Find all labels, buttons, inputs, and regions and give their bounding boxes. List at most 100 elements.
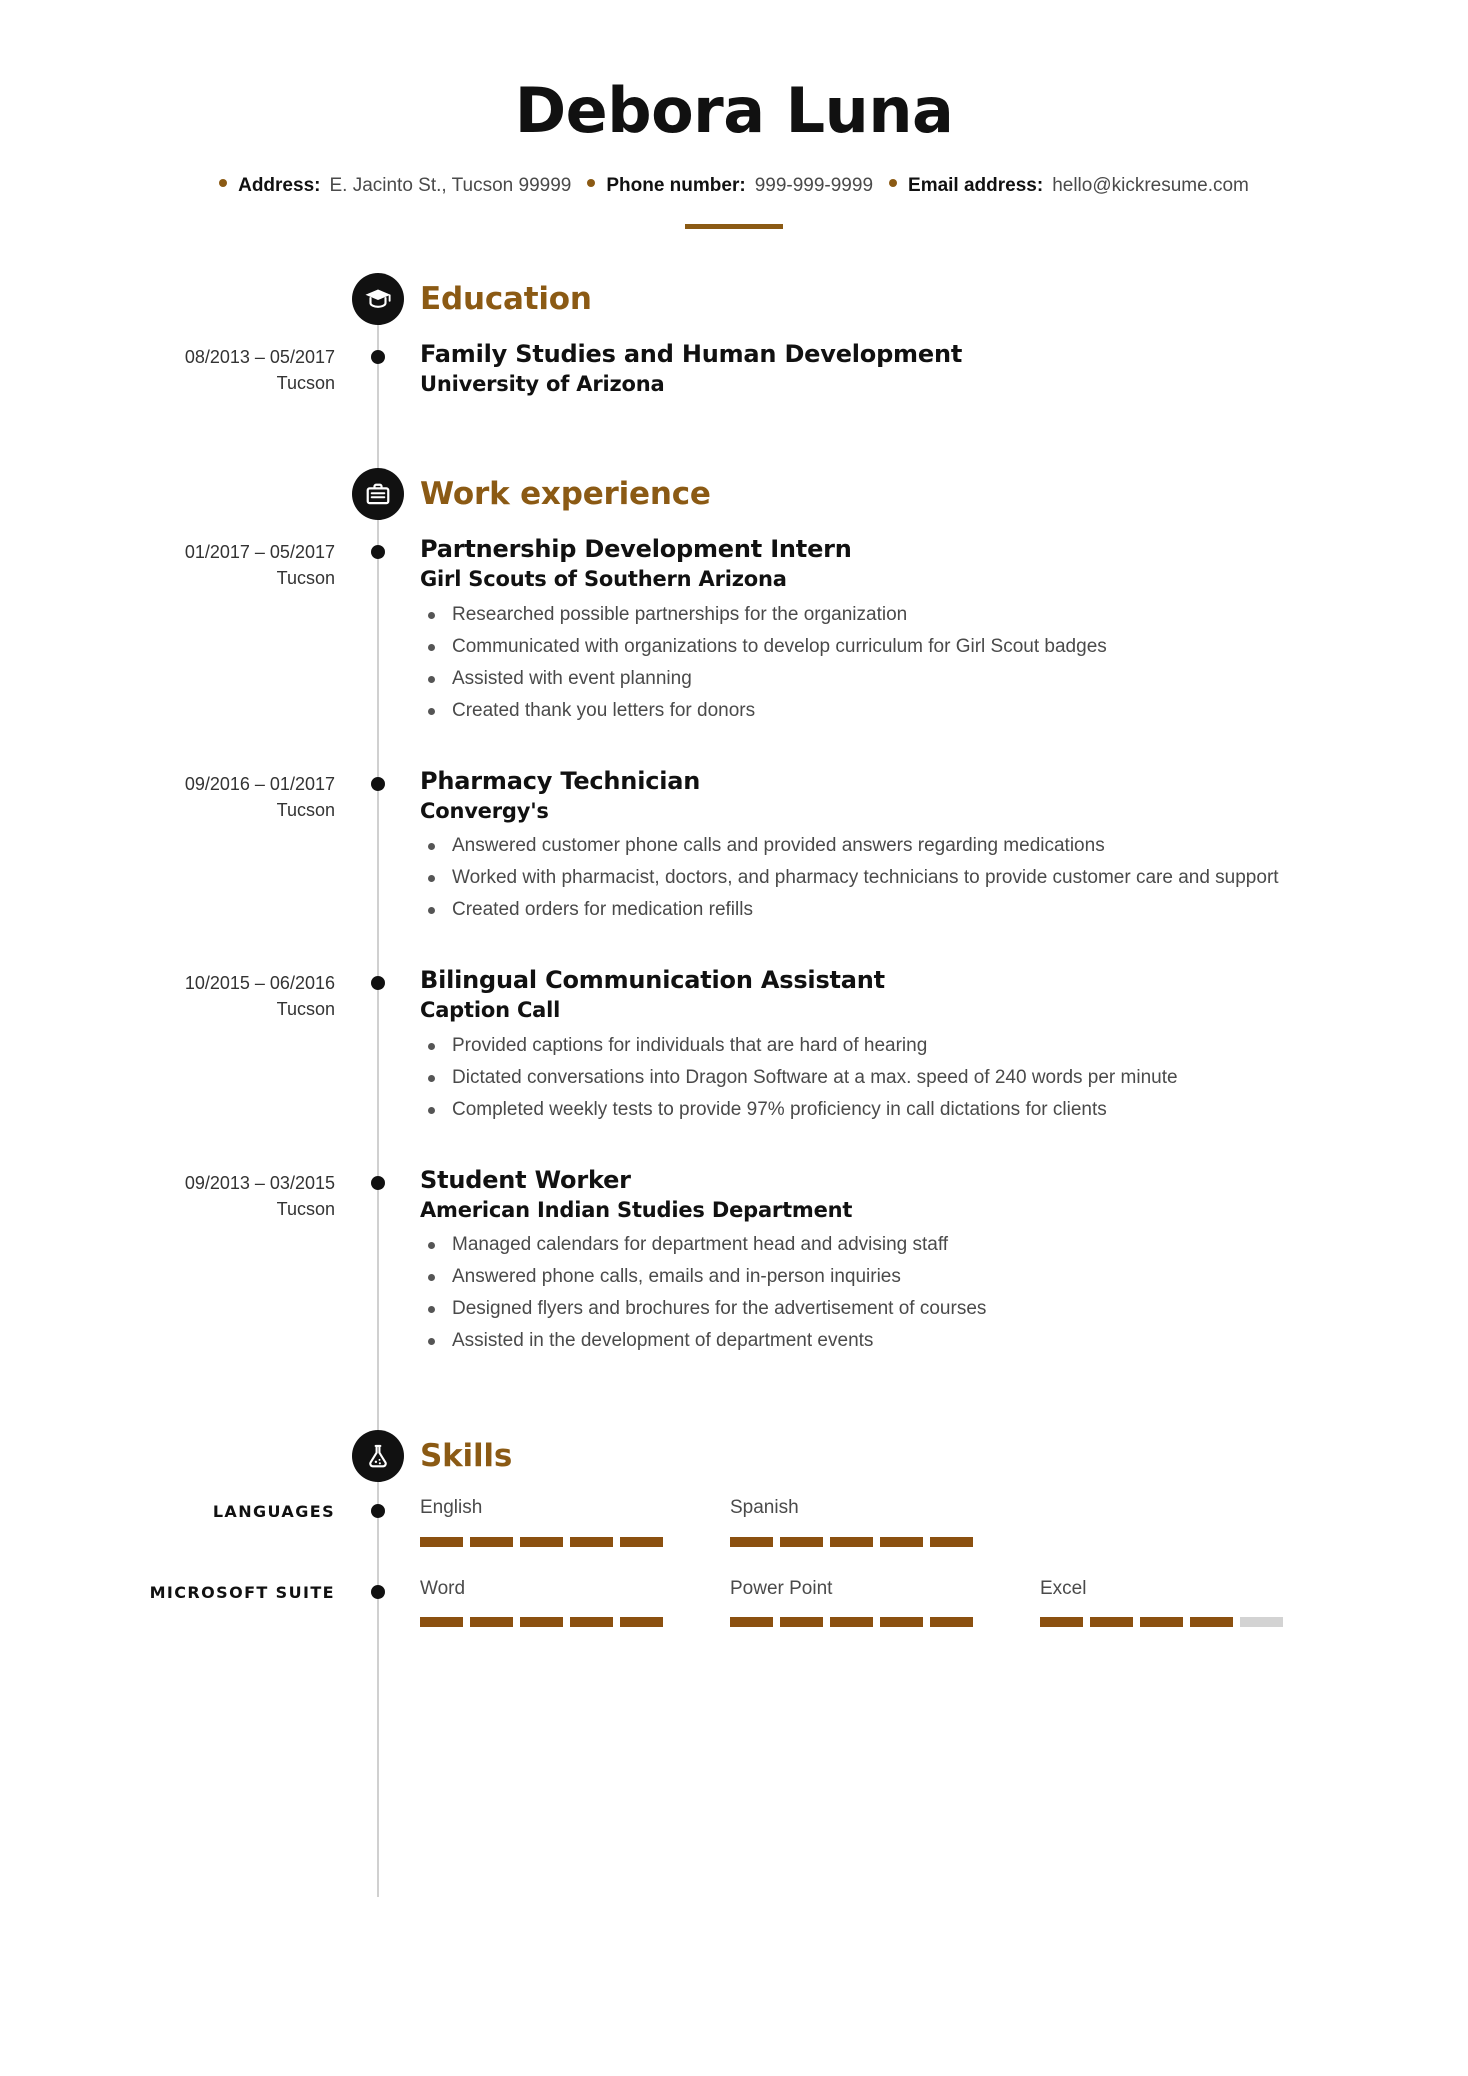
work-entry: 09/2016 – 01/2017 Tucson Pharmacy Techni… [0, 766, 1468, 929]
work-entry-place: Tucson [276, 1198, 335, 1219]
graduation-cap-icon [352, 272, 404, 325]
work-entry-org: Girl Scouts of Southern Arizona [420, 567, 787, 592]
skill-name: Excel [1040, 1577, 1087, 1599]
rating-segment [1240, 1617, 1283, 1628]
education-entry-org: University of Arizona [420, 371, 665, 396]
skill-name: Word [420, 1577, 466, 1599]
briefcase-icon [352, 468, 404, 521]
timeline-dot [371, 1175, 385, 1190]
skill-rating-bar [730, 1617, 1040, 1628]
education-entry-meta: 08/2013 – 05/2017 Tucson [0, 339, 335, 399]
education-entry-place: Tucson [276, 372, 335, 393]
section-work-experience: Work experience [0, 468, 1468, 521]
skill-rating-bar [1040, 1617, 1350, 1628]
bullet-dot-icon [889, 179, 898, 188]
address-label: Address: [238, 175, 321, 197]
rating-segment [1040, 1617, 1083, 1628]
timeline-dot [371, 545, 385, 560]
work-entry-title: Pharmacy Technician [420, 766, 701, 795]
rating-segment [730, 1536, 773, 1547]
list-item: Communicated with organizations to devel… [420, 634, 1320, 661]
skill-name: Spanish [730, 1496, 799, 1518]
work-entry-bullets: Researched possible partnerships for the… [420, 602, 1320, 725]
work-entry-org: Caption Call [420, 998, 561, 1023]
list-item: Assisted in the development of departmen… [420, 1328, 1320, 1355]
skill-group-microsoft-suite: MICROSOFT SUITE Word Power Point Excel [0, 1577, 1468, 1628]
work-entry-date: 09/2013 – 03/2015 [184, 1172, 335, 1193]
rating-segment [520, 1536, 563, 1547]
resume-header: Debora Luna Address: E. Jacinto St., Tuc… [0, 0, 1468, 229]
address-value: E. Jacinto St., Tucson 99999 [329, 175, 572, 197]
rating-segment [520, 1617, 563, 1628]
list-item: Provided captions for individuals that a… [420, 1033, 1320, 1060]
section-education: Education [0, 272, 1468, 325]
education-entry-title: Family Studies and Human Development [420, 339, 963, 368]
rating-segment [1140, 1617, 1183, 1628]
education-entry: 08/2013 – 05/2017 Tucson Family Studies … [0, 339, 1468, 399]
phone-label: Phone number: [606, 175, 746, 197]
skill-name: Power Point [730, 1577, 833, 1599]
work-entry-org: American Indian Studies Department [420, 1197, 853, 1222]
skill-rating-bar [420, 1617, 730, 1628]
skill-item-english: English [420, 1496, 730, 1547]
list-item: Created thank you letters for donors [420, 698, 1320, 725]
rating-segment [470, 1617, 513, 1628]
rating-segment [880, 1617, 923, 1628]
resume-timeline: Education 08/2013 – 05/2017 Tucson Famil… [0, 272, 1468, 1898]
skill-item-spanish: Spanish [730, 1496, 1040, 1547]
work-entry-meta: 09/2013 – 03/2015 Tucson [0, 1165, 335, 1360]
skill-rating-bar [420, 1536, 730, 1547]
rating-segment [620, 1617, 663, 1628]
email-value[interactable]: hello@kickresume.com [1052, 173, 1249, 200]
list-item: Answered customer phone calls and provid… [420, 833, 1320, 860]
timeline-dot [371, 1503, 385, 1518]
candidate-name: Debora Luna [514, 74, 954, 147]
timeline-dot [371, 976, 385, 991]
skill-name: English [420, 1496, 483, 1518]
work-entry-title: Partnership Development Intern [420, 535, 852, 564]
section-title-education: Education [420, 280, 592, 317]
work-entry: 01/2017 – 05/2017 Tucson Partnership Dev… [0, 534, 1468, 729]
work-entry-bullets: Provided captions for individuals that a… [420, 1033, 1320, 1124]
list-item: Created orders for medication refills [420, 897, 1320, 924]
section-title-skills: Skills [420, 1437, 513, 1474]
work-entry-meta: 09/2016 – 01/2017 Tucson [0, 766, 335, 929]
skill-group-languages: LANGUAGES English Spanish [0, 1496, 1468, 1547]
work-entry-body: Partnership Development Intern Girl Scou… [420, 534, 1320, 729]
skill-group-items: English Spanish [420, 1496, 1468, 1547]
skill-group-items: Word Power Point Excel [420, 1577, 1468, 1628]
list-item: Completed weekly tests to provide 97% pr… [420, 1097, 1320, 1124]
rating-segment [470, 1536, 513, 1547]
rating-segment [1090, 1617, 1133, 1628]
section-skills: Skills [0, 1429, 1468, 1482]
work-entry-date: 01/2017 – 05/2017 [184, 542, 335, 563]
rating-segment [570, 1536, 613, 1547]
list-item: Researched possible partnerships for the… [420, 602, 1320, 629]
work-entry-body: Bilingual Communication Assistant Captio… [420, 965, 1320, 1128]
work-entry-place: Tucson [276, 999, 335, 1020]
list-item: Worked with pharmacist, doctors, and pha… [420, 865, 1320, 892]
work-entry-date: 09/2016 – 01/2017 [184, 773, 335, 794]
rating-segment [1190, 1617, 1233, 1628]
work-entry: 10/2015 – 06/2016 Tucson Bilingual Commu… [0, 965, 1468, 1128]
header-divider [685, 223, 783, 229]
rating-segment [730, 1617, 773, 1628]
work-entry-bullets: Answered customer phone calls and provid… [420, 833, 1320, 924]
timeline-dot [371, 1584, 385, 1599]
work-entry-title: Bilingual Communication Assistant [420, 966, 885, 995]
work-entry-title: Student Worker [420, 1165, 631, 1194]
timeline-dot [371, 776, 385, 791]
rating-segment [570, 1617, 613, 1628]
work-entry: 09/2013 – 03/2015 Tucson Student Worker … [0, 1165, 1468, 1360]
work-entry-place: Tucson [276, 568, 335, 589]
rating-segment [780, 1536, 823, 1547]
work-entry-place: Tucson [276, 799, 335, 820]
contact-info-line: Address: E. Jacinto St., Tucson 99999 Ph… [0, 173, 1468, 200]
rating-segment [780, 1617, 823, 1628]
phone-value: 999-999-9999 [754, 175, 874, 197]
resume-page: Debora Luna Address: E. Jacinto St., Tuc… [0, 0, 1468, 2076]
work-entry-org: Convergy's [420, 798, 549, 823]
education-entry-body: Family Studies and Human Development Uni… [420, 339, 1320, 399]
